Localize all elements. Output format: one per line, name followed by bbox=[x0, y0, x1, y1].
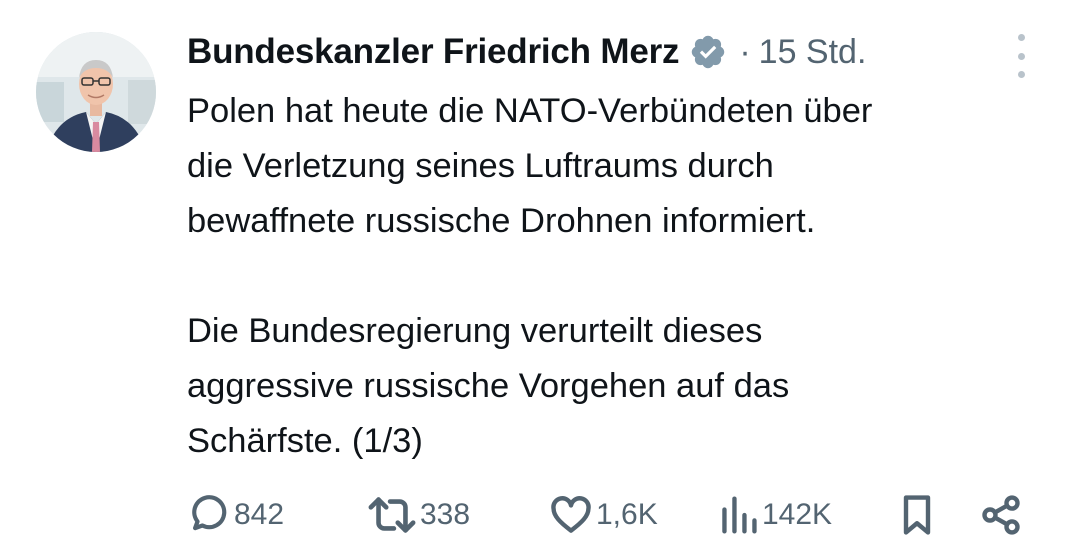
tweet-header: Bundeskanzler Friedrich Merz · 15 Std. bbox=[187, 26, 866, 78]
reply-button[interactable]: 842 bbox=[187, 490, 284, 540]
repost-count: 338 bbox=[420, 498, 471, 531]
heart-icon bbox=[551, 496, 591, 533]
tweet-line: die Verletzung seines Luftraums durch bbox=[187, 147, 774, 185]
bookmark-icon bbox=[903, 495, 931, 535]
repost-button[interactable]: 338 bbox=[367, 490, 470, 540]
views-button[interactable]: 142K bbox=[719, 490, 832, 540]
verified-badge-icon bbox=[689, 33, 727, 71]
share-icon bbox=[982, 495, 1020, 535]
tweet-line: Schärfste. (1/3) bbox=[187, 422, 423, 460]
repost-icon bbox=[368, 497, 416, 533]
tweet-paragraph-2: Die Bundesregierung verurteilt dieses ag… bbox=[187, 304, 1047, 469]
avatar[interactable] bbox=[36, 32, 156, 152]
tweet-line: bewaffnete russische Drohnen informiert. bbox=[187, 202, 816, 240]
tweet-paragraph-1: Polen hat heute die NATO-Verbündeten übe… bbox=[187, 84, 1047, 249]
views-icon bbox=[722, 496, 757, 534]
reply-count: 842 bbox=[234, 498, 285, 531]
like-button[interactable]: 1,6K bbox=[549, 490, 658, 540]
share-button[interactable] bbox=[979, 490, 1023, 540]
tweet-line: Die Bundesregierung verurteilt dieses bbox=[187, 312, 763, 350]
timestamp[interactable]: 15 Std. bbox=[759, 33, 867, 72]
like-count: 1,6K bbox=[596, 498, 658, 531]
more-options-icon[interactable] bbox=[1004, 34, 1038, 78]
view-count: 142K bbox=[762, 498, 833, 531]
reply-icon bbox=[192, 495, 227, 531]
separator-dot: · bbox=[739, 32, 751, 71]
author-name[interactable]: Bundeskanzler Friedrich Merz bbox=[187, 32, 680, 72]
tweet-text: Polen hat heute die NATO-Verbündeten übe… bbox=[187, 84, 1047, 469]
tweet-actions: 842 338 1,6K 142K bbox=[187, 490, 1027, 540]
tweet-line: Polen hat heute die NATO-Verbündeten übe… bbox=[187, 92, 873, 130]
bookmark-button[interactable] bbox=[897, 490, 937, 540]
tweet-line: aggressive russische Vorgehen auf das bbox=[187, 367, 790, 405]
